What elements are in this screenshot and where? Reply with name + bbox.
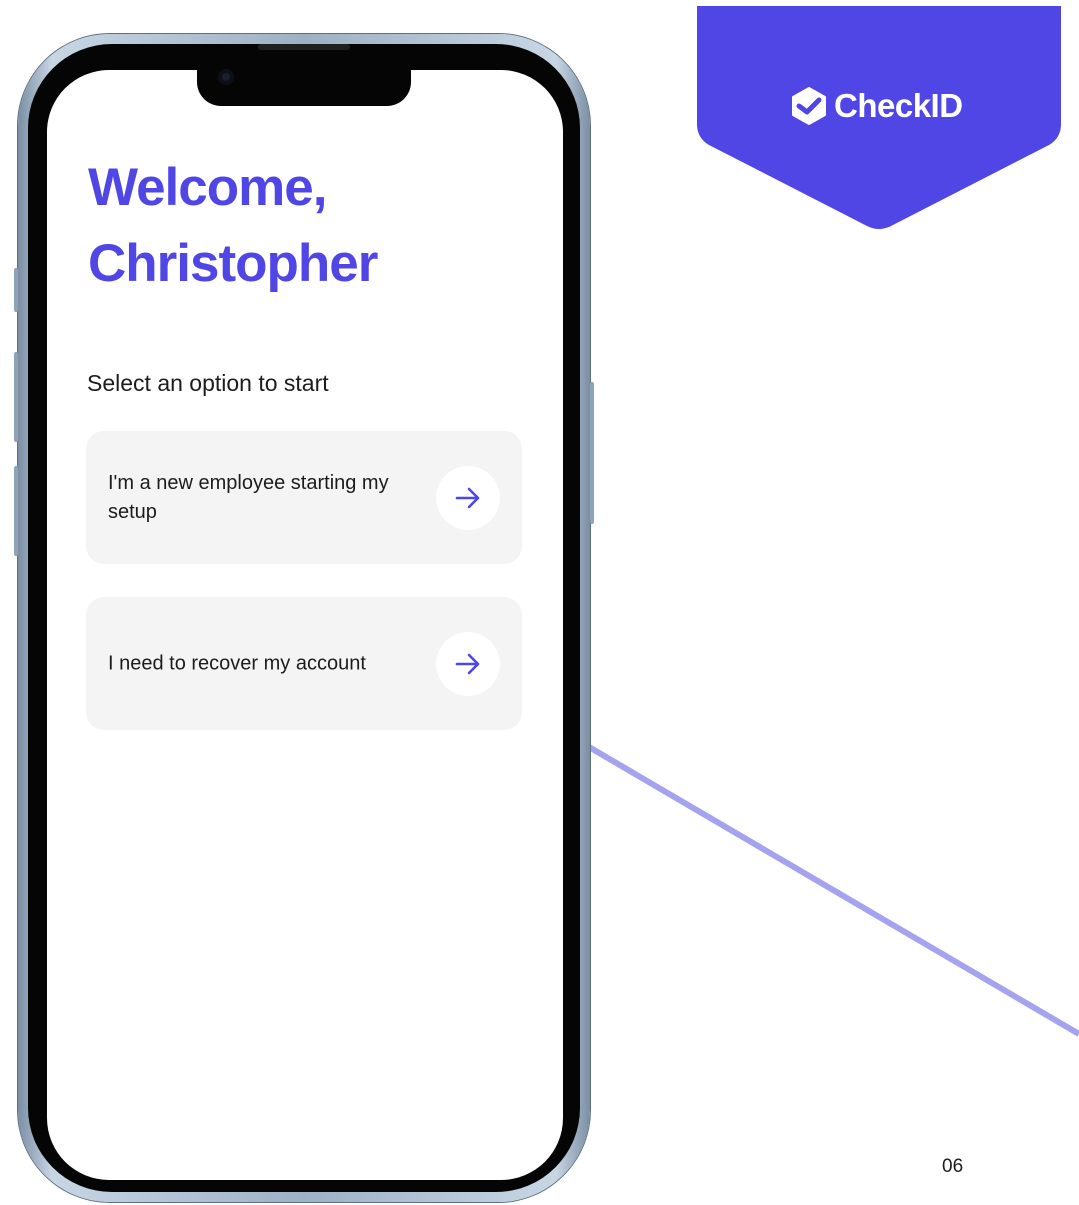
- arrow-right-icon: [455, 487, 480, 508]
- welcome-username: Christopher: [88, 234, 378, 293]
- brand-name: CheckID: [834, 87, 963, 124]
- page-number: 06: [942, 1156, 964, 1177]
- brand-logo: CheckID: [790, 86, 963, 126]
- recover-account-option[interactable]: I need to recover my account: [86, 597, 522, 730]
- front-camera: [218, 69, 234, 85]
- arrow-right-button[interactable]: [436, 631, 500, 696]
- checkid-shield-icon: [792, 87, 826, 125]
- option-prompt: Select an option to start: [87, 370, 329, 396]
- diagonal-stroke: [558, 727, 1079, 1037]
- arrow-right-icon: [455, 653, 480, 674]
- power-button: [590, 382, 594, 524]
- volume-down-button: [14, 466, 18, 556]
- welcome-heading: Welcome, Christopher: [88, 150, 378, 302]
- mute-switch: [14, 268, 18, 312]
- option-label: I need to recover my account: [108, 652, 366, 674]
- volume-up-button: [14, 352, 18, 442]
- option-label: I'm a new employee starting my setup: [108, 471, 389, 523]
- earpiece-speaker: [258, 44, 350, 50]
- welcome-greeting: Welcome,: [88, 158, 327, 217]
- arrow-right-button[interactable]: [436, 465, 500, 530]
- new-employee-option[interactable]: I'm a new employee starting my setup: [86, 431, 522, 564]
- slide: CheckID Welcome, Christopher Select an o…: [0, 0, 1079, 1205]
